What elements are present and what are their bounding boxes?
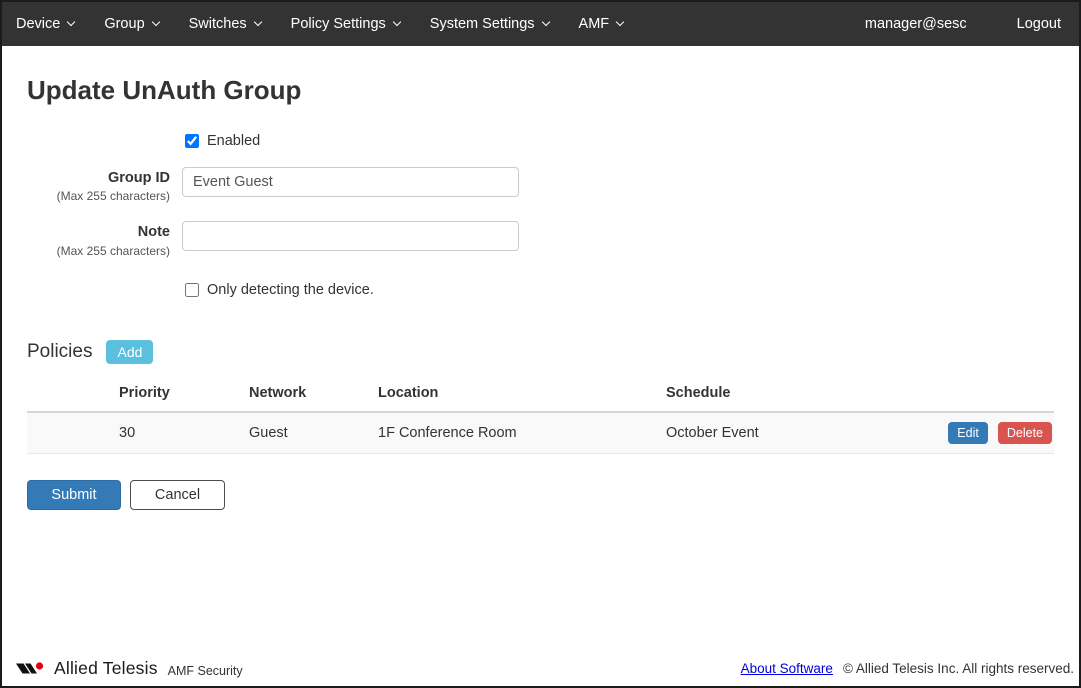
group-id-hint: (Max 255 characters) [27, 189, 170, 203]
delete-button[interactable]: Delete [998, 422, 1052, 444]
nav-item-switches-label: Switches [189, 16, 247, 32]
nav-item-policy-settings[interactable]: Policy Settings [291, 16, 400, 32]
product-name: AMF Security [168, 664, 243, 678]
enabled-row: Enabled [185, 133, 1054, 149]
column-header-actions [922, 377, 1054, 412]
chevron-down-icon [151, 18, 159, 26]
group-id-input[interactable] [182, 167, 519, 197]
note-label-col: Note (Max 255 characters) [27, 221, 170, 257]
footer-legal: About Software © Allied Telesis Inc. All… [741, 661, 1074, 676]
column-header-priority: Priority [111, 377, 241, 412]
group-id-label: Group ID [27, 170, 170, 187]
note-hint: (Max 255 characters) [27, 244, 170, 258]
detect-only-row: Only detecting the device. [185, 282, 1054, 298]
logout-button[interactable]: Logout [1017, 16, 1061, 32]
navbar: Device Group Switches Policy Settings Sy… [2, 2, 1079, 46]
nav-item-system-settings-label: System Settings [430, 16, 535, 32]
nav-item-group-label: Group [104, 16, 144, 32]
nav-item-device-label: Device [16, 16, 60, 32]
nav-item-policy-settings-label: Policy Settings [291, 16, 386, 32]
add-policy-button[interactable]: Add [106, 340, 153, 364]
chevron-down-icon [253, 18, 261, 26]
user-account-label: manager@sesc [865, 16, 967, 32]
note-row: Note (Max 255 characters) [27, 221, 1054, 257]
column-header-network: Network [241, 377, 370, 412]
policies-table-header-row: Priority Network Location Schedule [27, 377, 1054, 412]
footer-brand: Allied Telesis AMF Security [16, 658, 243, 679]
nav-right: manager@sesc Logout [865, 16, 1061, 32]
page-title: Update UnAuth Group [27, 75, 1054, 106]
app-window: Device Group Switches Policy Settings Sy… [0, 0, 1081, 688]
policy-row: 30 Guest 1F Conference Room October Even… [27, 412, 1054, 454]
enabled-label: Enabled [207, 133, 260, 149]
enabled-checkbox[interactable] [185, 134, 199, 148]
column-header-location: Location [370, 377, 658, 412]
chevron-down-icon [616, 18, 624, 26]
copyright-text: © Allied Telesis Inc. All rights reserve… [843, 661, 1074, 676]
chevron-down-icon [541, 18, 549, 26]
policy-cell-location: 1F Conference Room [370, 412, 658, 454]
group-id-row: Group ID (Max 255 characters) [27, 167, 1054, 203]
note-label: Note [27, 224, 170, 241]
chevron-down-icon [67, 18, 75, 26]
about-software-link[interactable]: About Software [741, 661, 833, 676]
brand-name: Allied Telesis [54, 658, 158, 679]
form-actions: Submit Cancel [27, 480, 1054, 510]
note-input[interactable] [182, 221, 519, 251]
policy-cell-network: Guest [241, 412, 370, 454]
nav-item-device[interactable]: Device [16, 16, 74, 32]
cancel-button[interactable]: Cancel [130, 480, 225, 510]
chevron-down-icon [393, 18, 401, 26]
policy-cell-priority: 30 [111, 412, 241, 454]
main-content: Update UnAuth Group Enabled Group ID (Ma… [2, 46, 1079, 658]
nav-item-group[interactable]: Group [104, 16, 158, 32]
group-id-label-col: Group ID (Max 255 characters) [27, 167, 170, 203]
policies-bar: Policies Add [27, 340, 1054, 364]
nav-item-amf[interactable]: AMF [579, 16, 624, 32]
allied-telesis-logo-icon [16, 660, 48, 677]
footer: Allied Telesis AMF Security About Softwa… [2, 658, 1079, 686]
policies-heading: Policies [27, 341, 92, 363]
nav-item-switches[interactable]: Switches [189, 16, 261, 32]
policy-cell-schedule: October Event [658, 412, 922, 454]
policies-table: Priority Network Location Schedule 30 Gu… [27, 377, 1054, 454]
submit-button[interactable]: Submit [27, 480, 121, 510]
nav-item-system-settings[interactable]: System Settings [430, 16, 549, 32]
column-header-spacer [27, 377, 111, 412]
nav-menu: Device Group Switches Policy Settings Sy… [16, 16, 623, 32]
detect-only-label: Only detecting the device. [207, 282, 374, 298]
edit-button[interactable]: Edit [948, 422, 988, 444]
column-header-schedule: Schedule [658, 377, 922, 412]
policy-cell-spacer [27, 412, 111, 454]
detect-only-checkbox[interactable] [185, 283, 199, 297]
nav-item-amf-label: AMF [579, 16, 610, 32]
policy-cell-actions: Edit Delete [922, 412, 1054, 454]
